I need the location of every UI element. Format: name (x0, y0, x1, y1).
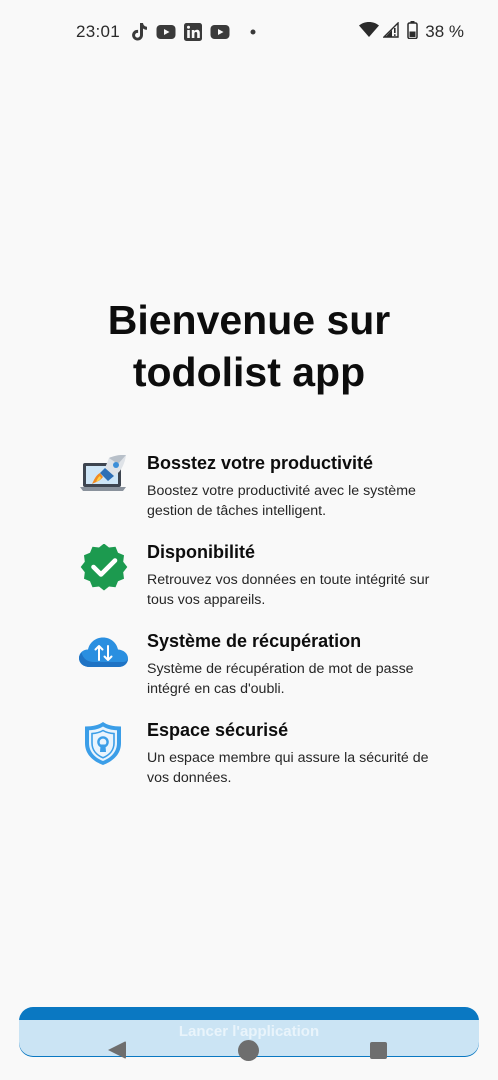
battery-percentage: 38 % (425, 22, 464, 41)
checkmark-badge-icon (78, 543, 130, 596)
welcome-title-line2: todolist app (132, 349, 366, 395)
feature-productivity: Bosstez votre productivité Boostez votre… (78, 453, 438, 525)
youtube-icon (210, 24, 230, 40)
welcome-title-line1: Bienvenue sur (107, 297, 391, 343)
feature-recovery: Système de récupération Système de récup… (78, 631, 438, 703)
home-icon[interactable] (238, 1040, 259, 1061)
status-bar: 23:01 38 % (0, 0, 498, 64)
linkedin-icon (184, 23, 202, 41)
recents-icon[interactable] (370, 1042, 387, 1059)
notification-icons (130, 22, 256, 42)
system-icons: 38 % (359, 20, 464, 44)
feature-title: Bosstez votre productivité (147, 453, 374, 473)
more-dot-icon (250, 29, 256, 35)
battery-icon (407, 20, 418, 44)
shield-lock-icon (78, 722, 130, 774)
feature-title: Disponibilité (147, 542, 255, 562)
rocket-laptop-icon (78, 454, 130, 507)
cell-signal-icon (382, 20, 399, 43)
feature-title: Espace sécurisé (147, 720, 289, 740)
feature-description: Système de récupération de mot de passe … (147, 661, 414, 697)
system-navigation-bar (0, 1030, 498, 1070)
wifi-icon (359, 21, 380, 43)
feature-title: Système de récupération (147, 631, 362, 651)
cloud-sync-icon (78, 633, 130, 685)
status-time: 23:01 (76, 22, 121, 41)
welcome-screen: 23:01 38 % Bienvenue sur todolist app Bo… (0, 0, 498, 1080)
feature-description: Boostez votre productivité avec le systè… (147, 483, 416, 519)
feature-secure-space: Espace sécurisé Un espace membre qui ass… (78, 720, 438, 792)
feature-description: Retrouvez vos données en toute intégrité… (147, 572, 430, 608)
feature-description: Un espace membre qui assure la sécurité … (147, 750, 429, 786)
feature-availability: Disponibilité Retrouvez vos données en t… (78, 542, 438, 614)
back-icon[interactable] (108, 1041, 126, 1059)
youtube-icon (156, 24, 176, 40)
welcome-title: Bienvenue sur todolist app (0, 294, 498, 398)
tiktok-icon (130, 22, 148, 42)
